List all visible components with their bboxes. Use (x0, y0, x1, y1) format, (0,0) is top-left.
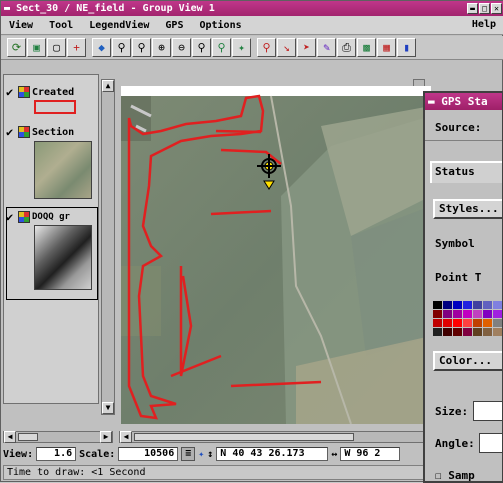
full-view-icon[interactable]: ▣ (27, 38, 46, 57)
maximize-button[interactable]: □ (479, 3, 490, 14)
gps-icon[interactable]: ▮ (397, 38, 416, 57)
scroll-down-arrow-icon[interactable]: ▼ (102, 402, 114, 414)
select-arrow-icon[interactable]: ↘ (277, 38, 296, 57)
close-button[interactable]: ✕ (491, 3, 502, 14)
sample-label: Samp (448, 469, 475, 482)
window-menu-icon[interactable]: ▬ (428, 95, 435, 108)
color-button[interactable]: Color... (433, 351, 502, 371)
image-icon[interactable]: ▩ (357, 38, 376, 57)
legend-item-section[interactable]: ✔ Section (6, 125, 74, 139)
map-view[interactable] (121, 86, 431, 424)
title-bar: ▬ Sect_30 / NE_field - Group View 1 ▬ □ … (1, 1, 503, 16)
menu-view[interactable]: View (1, 20, 41, 31)
coordinate-options-icon[interactable]: ✦ (198, 449, 204, 460)
latitude-field[interactable]: N 40 43 26.173 (216, 447, 329, 461)
legend-vertical-scrollbar[interactable]: ▲ ▼ (101, 79, 115, 415)
window-menu-icon[interactable]: ▬ (4, 3, 10, 14)
size-label: Size: (435, 405, 469, 418)
menu-tool[interactable]: Tool (41, 20, 81, 31)
vector-layer-icon (18, 86, 30, 98)
map-horizontal-scrollbar[interactable]: ◀ (119, 431, 429, 443)
edit-icon[interactable]: ✎ (317, 38, 336, 57)
raster-layer-icon (18, 211, 30, 223)
window-title: Sect_30 / NE_field - Group View 1 (16, 3, 215, 14)
locate-icon[interactable]: ✦ (232, 38, 251, 57)
styles-button[interactable]: Styles... (433, 199, 502, 219)
gps-title: GPS Sta (441, 95, 488, 108)
zoom-box-icon[interactable]: ⚲ (112, 38, 131, 57)
menu-help[interactable]: Help (472, 19, 496, 30)
angle-label: Angle: (435, 437, 475, 450)
window-icon[interactable]: ▢ (47, 38, 66, 57)
legend-label: Section (32, 126, 75, 138)
zoom-out-icon[interactable]: ⊖ (172, 38, 191, 57)
latitude-arrows-icon: ↕ (207, 448, 214, 460)
angle-field[interactable] (479, 433, 502, 453)
group-view-window: ▬ Sect_30 / NE_field - Group View 1 ▬ □ … (0, 0, 503, 483)
sample-checkbox[interactable]: ☐ Samp (435, 469, 475, 482)
scale-label: Scale: (79, 448, 116, 460)
pan-icon[interactable]: ◆ (92, 38, 111, 57)
view-label: View: (3, 448, 34, 460)
size-field[interactable] (473, 401, 502, 421)
legend-item-created[interactable]: ✔ Created (6, 85, 74, 99)
menu-gps[interactable]: GPS (157, 20, 191, 31)
print-icon[interactable]: ⎙ (337, 38, 356, 57)
symbol-label: Symbol (435, 237, 475, 250)
menu-legendview[interactable]: LegendView (81, 20, 157, 31)
color-palette[interactable] (433, 301, 502, 349)
view-field[interactable]: 1.6 (36, 447, 77, 461)
visibility-check-icon[interactable]: ✔ (6, 125, 16, 139)
legend-label: Created (32, 86, 75, 98)
scroll-thumb[interactable] (18, 433, 38, 441)
legend-item-doqq[interactable]: ✔ DOQQ gr (6, 210, 70, 224)
legend-panel: ✔ Created ✔ Section ✔ DOQQ gr (3, 74, 99, 404)
scroll-up-arrow-icon[interactable]: ▲ (102, 80, 114, 92)
menu-options[interactable]: Options (191, 20, 249, 31)
pointer-icon[interactable]: ➤ (297, 38, 316, 57)
zoom-layer-icon[interactable]: ⚲ (212, 38, 231, 57)
add-layer-icon[interactable]: + (67, 38, 86, 57)
status-row: View: 1.6 Scale: 10506 ≡ ✦ ↕ N 40 43 26.… (3, 445, 427, 463)
legend-label: DOQQ gr (32, 212, 70, 222)
layer-list-icon[interactable]: ▦ (377, 38, 396, 57)
zoom-in-icon[interactable]: ⊕ (152, 38, 171, 57)
doqq-thumbnail (34, 225, 92, 290)
redraw-icon[interactable]: ⟳ (7, 38, 26, 57)
scale-field[interactable]: 10506 (118, 447, 179, 461)
menu-bar: View Tool LegendView GPS Options Help (1, 16, 503, 35)
point-type-label: Point T (435, 271, 482, 284)
longitude-field[interactable]: W 96 2 (340, 447, 401, 461)
minimize-button[interactable]: ▬ (467, 3, 478, 14)
source-label: Source: (435, 121, 482, 134)
visibility-check-icon[interactable]: ✔ (6, 85, 16, 99)
scroll-thumb[interactable] (134, 433, 354, 441)
longitude-arrows-icon: ↔ (331, 448, 338, 460)
legend-horizontal-scrollbar[interactable]: ◀ ▶ (3, 431, 113, 443)
time-to-draw-bar: Time to draw: <1 Second (3, 465, 427, 480)
gps-title-bar: ▬ GPS Sta (425, 93, 502, 110)
raster-layer-icon (18, 126, 30, 138)
toolbar: ⟳ ▣ ▢ + ◆ ⚲ ⚲ ⊕ ⊖ ⚲ ⚲ ✦ ⚲ ↘ ➤ ✎ ⎙ ▩ ▦ ▮ (1, 36, 503, 60)
gps-status-window: ▬ GPS Sta Source: Status Styles... Symbo… (423, 91, 503, 483)
scroll-right-arrow-icon[interactable]: ▶ (100, 431, 112, 443)
find-icon[interactable]: ⚲ (257, 38, 276, 57)
zoom-select-icon[interactable]: ⚲ (132, 38, 151, 57)
zoom-full-icon[interactable]: ⚲ (192, 38, 211, 57)
scroll-left-arrow-icon[interactable]: ◀ (120, 431, 132, 443)
scroll-left-arrow-icon[interactable]: ◀ (4, 431, 16, 443)
aerial-image (121, 86, 431, 424)
section-thumbnail (34, 141, 92, 199)
lock-scale-icon[interactable]: ≡ (181, 447, 196, 461)
status-tab-label: Status (435, 165, 475, 178)
polygon-style-swatch (34, 100, 76, 114)
visibility-check-icon[interactable]: ✔ (6, 210, 16, 224)
